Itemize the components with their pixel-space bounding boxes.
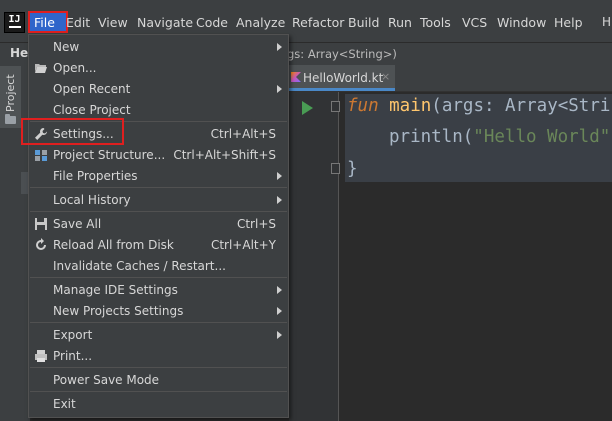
keyword-fun: fun bbox=[347, 96, 379, 116]
code-line-3[interactable]: } bbox=[347, 159, 358, 179]
code-line-2[interactable]: println("Hello World" bbox=[389, 127, 610, 147]
file-menu-item-close-project[interactable]: Close Project bbox=[29, 100, 288, 120]
fold-start-icon[interactable] bbox=[331, 101, 340, 112]
menu-window[interactable]: Window bbox=[497, 15, 546, 30]
menu-tools[interactable]: Tools bbox=[420, 15, 451, 30]
file-menu-item-label: Open... bbox=[53, 61, 97, 75]
menu-build[interactable]: Build bbox=[348, 15, 379, 30]
folder-icon bbox=[5, 114, 16, 124]
file-menu-item-label: File Properties bbox=[53, 169, 138, 183]
intellij-logo-icon: IJ bbox=[4, 12, 25, 33]
function-name: main bbox=[378, 96, 432, 116]
file-menu-item-file-properties[interactable]: File Properties bbox=[29, 166, 288, 186]
menu-separator bbox=[30, 211, 287, 212]
menu-separator bbox=[30, 187, 287, 188]
submenu-arrow-icon bbox=[277, 307, 282, 315]
project-structure-icon bbox=[34, 148, 48, 162]
reload-icon bbox=[34, 238, 48, 252]
file-menu-item-label: Exit bbox=[53, 397, 76, 411]
menu-vcs[interactable]: VCS bbox=[462, 15, 487, 30]
settings-annotation-highlight bbox=[21, 118, 124, 145]
file-menu-item-shortcut: Ctrl+Alt+Shift+S bbox=[173, 148, 276, 162]
file-menu-item-shortcut: Ctrl+Alt+S bbox=[210, 127, 276, 141]
file-menu-item-new[interactable]: New bbox=[29, 37, 288, 57]
file-menu-item-save-all[interactable]: Save All Ctrl+S bbox=[29, 214, 288, 234]
file-menu-item-open[interactable]: Open... bbox=[29, 58, 288, 78]
file-menu-item-reload-all-from-disk[interactable]: Reload All from Disk Ctrl+Alt+Y bbox=[29, 235, 288, 255]
print-icon bbox=[34, 349, 48, 363]
file-menu-item-label: Manage IDE Settings bbox=[53, 283, 178, 297]
file-menu-item-new-projects-settings[interactable]: New Projects Settings bbox=[29, 301, 288, 321]
file-menu-item-label: New bbox=[53, 40, 80, 54]
submenu-arrow-icon bbox=[277, 85, 282, 93]
menu-separator bbox=[30, 367, 287, 368]
menu-refactor[interactable]: Refactor bbox=[292, 15, 344, 30]
menu-code[interactable]: Code bbox=[196, 15, 228, 30]
menu-analyze[interactable]: Analyze bbox=[236, 15, 285, 30]
file-menu-item-export[interactable]: Export bbox=[29, 325, 288, 345]
menu-separator bbox=[30, 322, 287, 323]
file-menu-item-label: Reload All from Disk bbox=[53, 238, 174, 252]
submenu-arrow-icon bbox=[277, 331, 282, 339]
breadcrumb-function[interactable]: gs: Array<String>) bbox=[287, 47, 397, 61]
submenu-arrow-icon bbox=[277, 172, 282, 180]
folder-open-icon bbox=[34, 61, 48, 75]
file-menu-item-exit[interactable]: Exit bbox=[29, 394, 288, 414]
file-menu-item-power-save-mode[interactable]: Power Save Mode bbox=[29, 370, 288, 390]
menu-separator bbox=[30, 391, 287, 392]
run-icon[interactable] bbox=[302, 101, 313, 115]
file-menu-item-print[interactable]: Print... bbox=[29, 346, 288, 366]
save-icon bbox=[34, 217, 48, 231]
menu-separator bbox=[30, 277, 287, 278]
submenu-arrow-icon bbox=[277, 43, 282, 51]
file-menu-item-local-history[interactable]: Local History bbox=[29, 190, 288, 210]
call-println: println( bbox=[389, 127, 474, 147]
file-menu-item-label: Print... bbox=[53, 349, 93, 363]
window-title-fragment: H bbox=[602, 15, 612, 29]
submenu-arrow-icon bbox=[277, 196, 282, 204]
code-line-1[interactable]: fun main(args: Array<Stri bbox=[347, 96, 610, 116]
file-menu-item-project-structure[interactable]: Project Structure... Ctrl+Alt+Shift+S bbox=[29, 145, 288, 165]
file-menu-dropdown: New Open... Open Recent Close Project Settin… bbox=[28, 34, 289, 418]
breadcrumb-project[interactable]: He bbox=[10, 46, 28, 60]
file-menu-item-label: Save All bbox=[53, 217, 102, 231]
file-menu-item-manage-ide-settings[interactable]: Manage IDE Settings bbox=[29, 280, 288, 300]
menu-run[interactable]: Run bbox=[388, 15, 412, 30]
file-menu-item-label: New Projects Settings bbox=[53, 304, 184, 318]
submenu-arrow-icon bbox=[277, 286, 282, 294]
editor-tab-label[interactable]: HelloWorld.kt bbox=[303, 71, 383, 85]
menu-edit[interactable]: Edit bbox=[66, 15, 90, 30]
file-menu-item-label: Local History bbox=[53, 193, 131, 207]
file-menu-item-invalidate-caches-restart[interactable]: Invalidate Caches / Restart... bbox=[29, 256, 288, 276]
string-literal: "Hello World" bbox=[473, 127, 611, 147]
function-params: (args: Array<Stri bbox=[431, 96, 611, 116]
file-menu-item-open-recent[interactable]: Open Recent bbox=[29, 79, 288, 99]
file-menu-item-shortcut: Ctrl+S bbox=[236, 217, 276, 231]
file-menu-item-label: Project Structure... bbox=[53, 148, 166, 162]
menu-navigate[interactable]: Navigate bbox=[137, 15, 193, 30]
menu-help[interactable]: Help bbox=[554, 15, 583, 30]
file-menu-item-label: Close Project bbox=[53, 103, 131, 117]
file-menu-item-label: Open Recent bbox=[53, 82, 131, 96]
close-icon[interactable]: × bbox=[381, 70, 390, 83]
project-tab-label[interactable]: Project bbox=[4, 74, 17, 112]
editor-gutter bbox=[289, 92, 339, 421]
file-menu-item-label: Export bbox=[53, 328, 93, 342]
fold-end-icon[interactable] bbox=[331, 163, 340, 174]
file-menu-item-label: Power Save Mode bbox=[53, 373, 160, 387]
menu-view[interactable]: View bbox=[98, 15, 128, 30]
menu-file[interactable]: File bbox=[34, 15, 55, 30]
file-menu-item-shortcut: Ctrl+Alt+Y bbox=[210, 238, 276, 252]
file-menu-item-label: Invalidate Caches / Restart... bbox=[53, 259, 226, 273]
